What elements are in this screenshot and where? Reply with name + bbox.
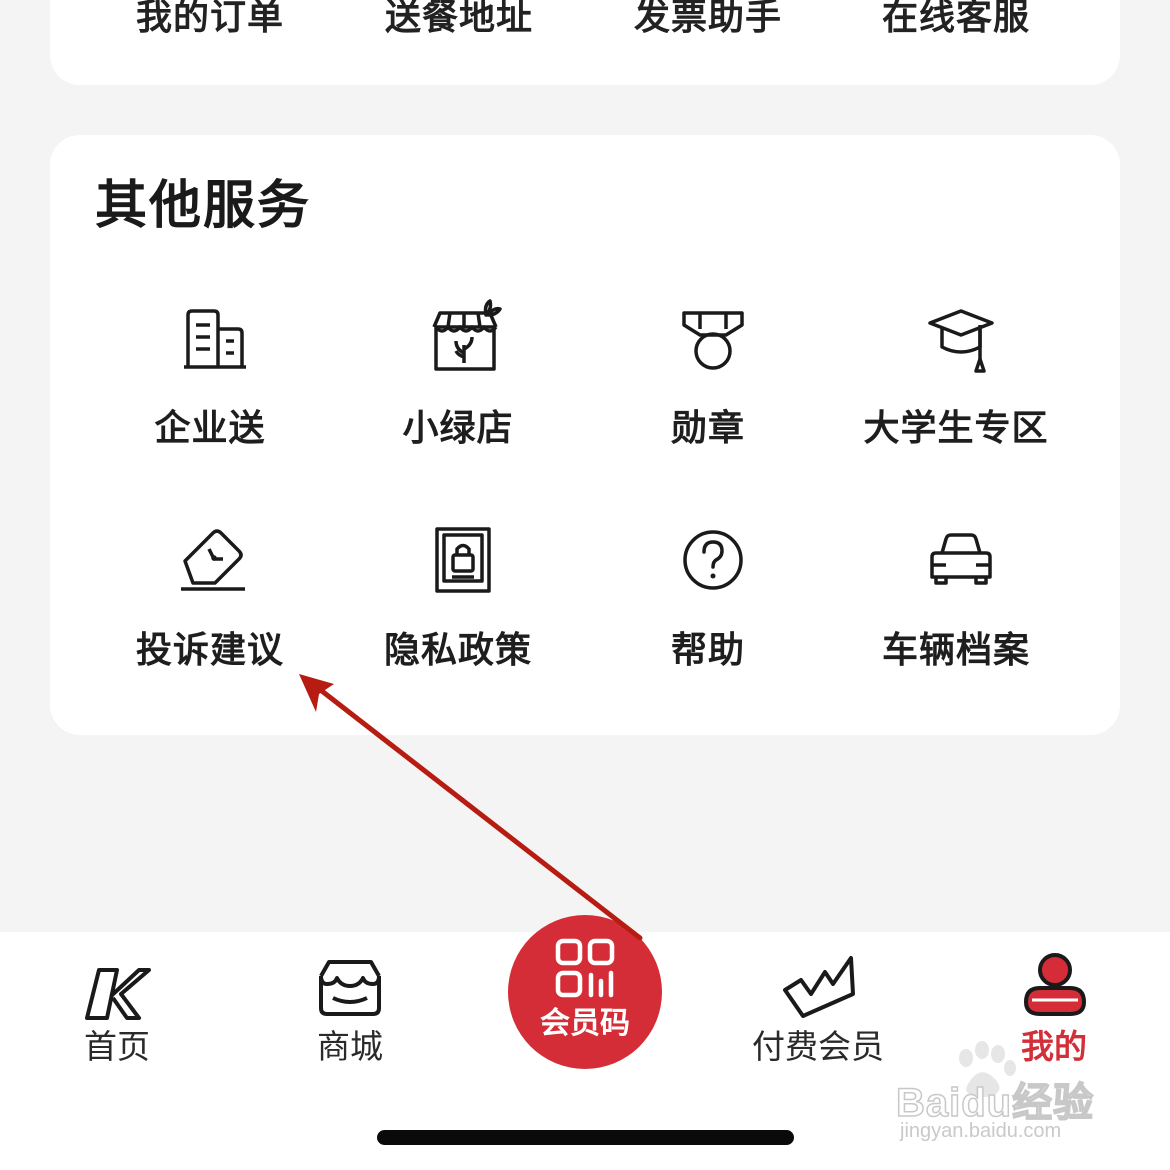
privacy-lock-icon xyxy=(428,525,498,595)
service-green-store[interactable]: 小绿店 xyxy=(333,297,583,477)
tab-label: 付费会员 xyxy=(752,1027,884,1066)
medal-icon xyxy=(678,305,748,375)
profile-page: 我的订单 送餐地址 发票助手 在线客服 其他服务 企业送 小绿店 勋章 大学生专… xyxy=(0,0,1170,1170)
member-code-button[interactable]: 会员码 xyxy=(508,915,662,1069)
service-label: 大学生专区 xyxy=(863,408,1049,449)
tab-home[interactable]: 首页 xyxy=(27,952,207,1092)
green-store-icon xyxy=(428,297,504,373)
qr-code-icon xyxy=(554,937,616,999)
service-label: 隐私政策 xyxy=(383,630,532,671)
service-medals[interactable]: 勋章 xyxy=(583,305,833,485)
home-indicator xyxy=(377,1130,794,1145)
service-enterprise-delivery[interactable]: 企业送 xyxy=(85,305,335,485)
other-services-card: 其他服务 企业送 小绿店 勋章 大学生专区 投诉建议 隐私政策 帮助 车辆档案 xyxy=(50,135,1120,735)
tab-mine[interactable]: 我的 xyxy=(964,952,1144,1092)
service-label: 勋章 xyxy=(670,408,745,449)
service-college-zone[interactable]: 大学生专区 xyxy=(831,305,1081,485)
building-icon xyxy=(180,305,250,375)
tab-paid-membership[interactable]: 付费会员 xyxy=(728,952,908,1092)
car-icon xyxy=(926,525,996,595)
crown-icon xyxy=(781,954,857,1020)
quick-menu-card: 我的订单 送餐地址 发票助手 在线客服 xyxy=(50,0,1120,85)
store-icon xyxy=(315,954,385,1024)
user-icon xyxy=(1022,952,1088,1018)
service-help[interactable]: 帮助 xyxy=(583,525,833,705)
help-question-icon xyxy=(678,525,748,595)
tab-label: 首页 xyxy=(84,1027,150,1066)
service-vehicle-profile[interactable]: 车辆档案 xyxy=(831,525,1081,705)
section-title: 其他服务 xyxy=(95,176,312,236)
service-label: 投诉建议 xyxy=(135,630,284,671)
menu-online-service[interactable]: 在线客服 xyxy=(831,0,1081,36)
service-label: 企业送 xyxy=(154,408,266,449)
member-code-label: 会员码 xyxy=(540,1006,630,1041)
tab-label: 商城 xyxy=(317,1027,383,1066)
menu-my-orders[interactable]: 我的订单 xyxy=(85,0,335,36)
service-complaints-suggestions[interactable]: 投诉建议 xyxy=(85,523,335,703)
service-label: 小绿店 xyxy=(402,408,514,449)
kfc-k-logo-icon xyxy=(83,964,153,1024)
service-label: 帮助 xyxy=(670,630,745,671)
menu-invoice-assistant[interactable]: 发票助手 xyxy=(583,0,833,36)
service-label: 车辆档案 xyxy=(881,630,1030,671)
tab-mall[interactable]: 商城 xyxy=(260,952,440,1092)
feedback-card-icon xyxy=(175,523,251,599)
service-privacy-policy[interactable]: 隐私政策 xyxy=(333,525,583,705)
graduation-cap-icon xyxy=(926,305,996,375)
tab-label: 我的 xyxy=(1021,1027,1087,1066)
menu-delivery-address[interactable]: 送餐地址 xyxy=(334,0,584,36)
